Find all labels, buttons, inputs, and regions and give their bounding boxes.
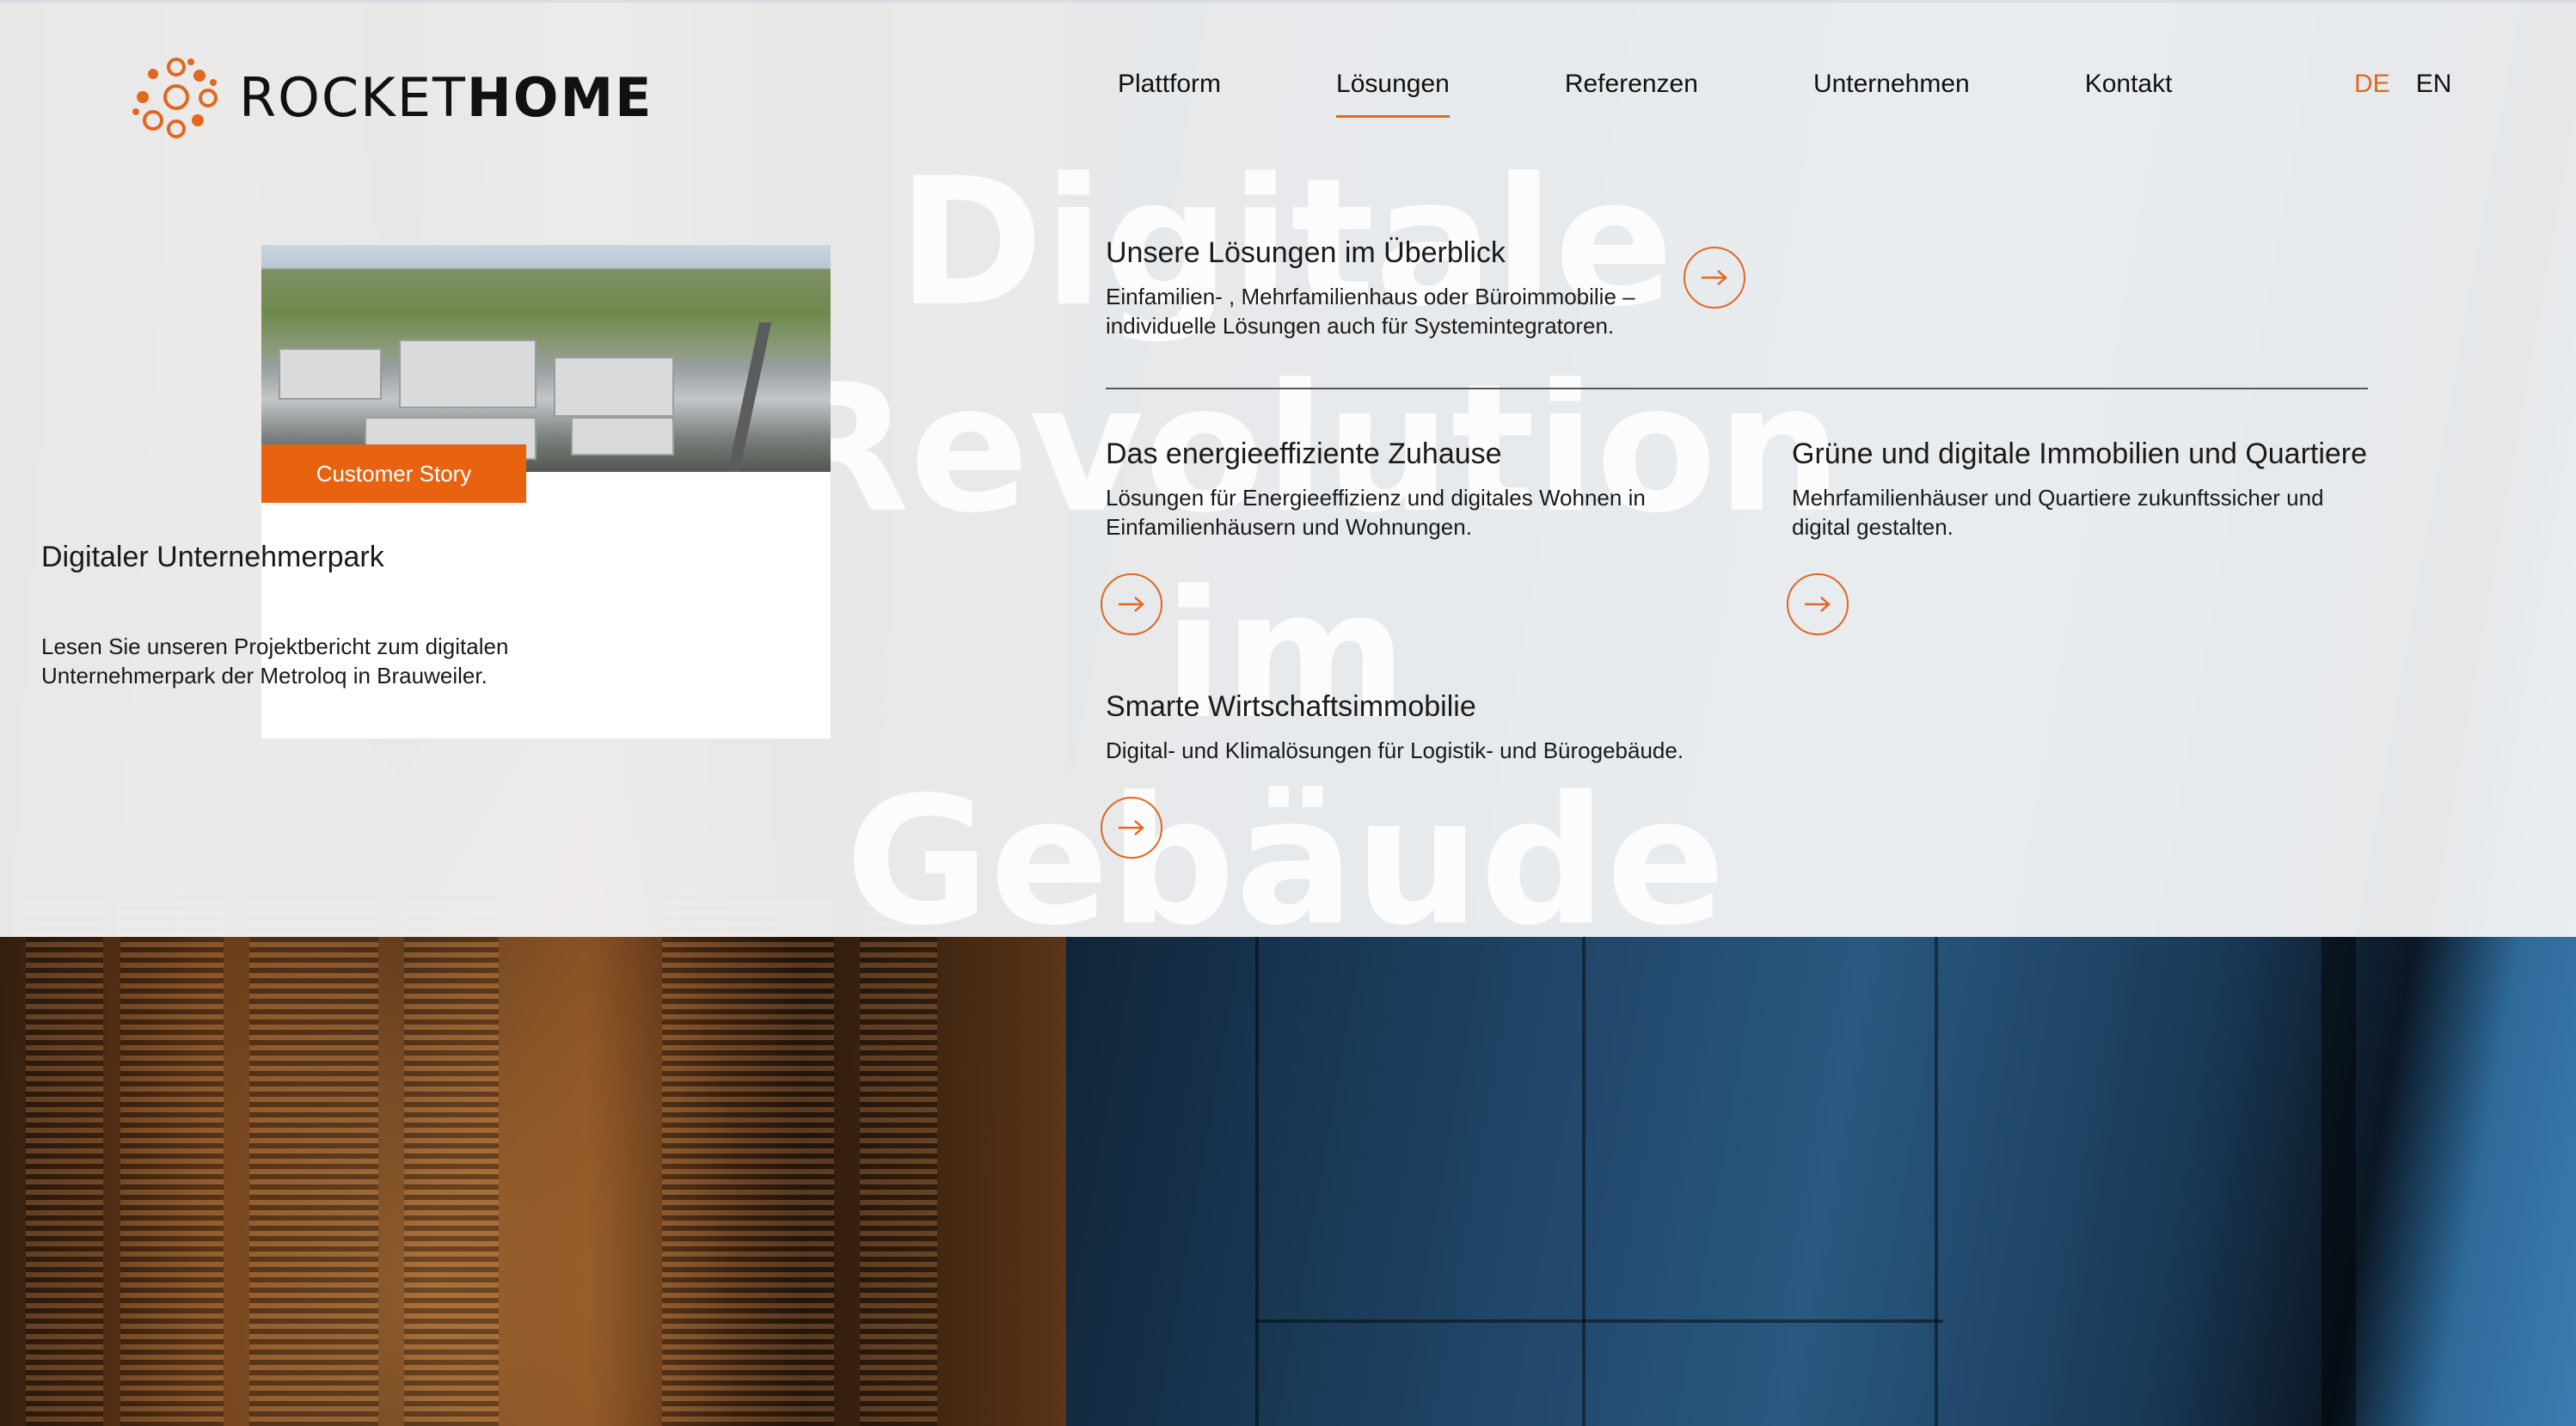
facade-seam — [1255, 937, 1259, 1426]
facade-panel — [120, 894, 224, 1426]
facade-panel — [662, 894, 834, 1426]
facade-seam — [1935, 937, 1938, 1426]
description-line: individuelle Lösungen auch für Systemint… — [1106, 313, 1615, 339]
nav-item-loesungen[interactable]: Lösungen — [1336, 70, 1450, 118]
nav-item-unternehmen[interactable]: Unternehmen — [1813, 70, 1970, 118]
customer-story-badge: Customer Story — [261, 444, 526, 503]
solution-overview-arrow-button[interactable] — [1684, 247, 1745, 309]
nav-item-plattform[interactable]: Plattform — [1118, 70, 1221, 118]
nav-item-referenzen[interactable]: Referenzen — [1565, 70, 1698, 118]
facade-panel — [249, 894, 378, 1426]
image-building — [571, 417, 674, 456]
facade-panel — [26, 894, 103, 1426]
solution-energy-home[interactable]: Das energieeffiziente Zuhause Lösungen f… — [1106, 438, 1725, 542]
solution-commercial-property-title[interactable]: Smarte Wirtschaftsimmobilie — [1106, 690, 1759, 724]
facade-panel — [404, 894, 499, 1426]
solution-overview[interactable]: Unsere Lösungen im Überblick Einfamilien… — [1106, 236, 1759, 340]
rockethome-logo[interactable]: ROCKETHOME — [129, 50, 653, 144]
language-en[interactable]: EN — [2416, 70, 2452, 99]
solution-commercial-property-description: Digital- und Klimalösungen für Logistik-… — [1106, 736, 1759, 765]
facade-panel — [860, 894, 937, 1426]
rocket-dots-logo-icon — [132, 58, 218, 138]
solution-green-quarters-title[interactable]: Grüne und digitale Immobilien und Quarti… — [1792, 438, 2394, 471]
description-line: Einfamilien- , Mehrfamilienhaus oder Bür… — [1106, 284, 1635, 309]
solution-commercial-property[interactable]: Smarte Wirtschaftsimmobilie Digital- und… — [1106, 690, 1759, 765]
language-switcher: DE EN — [2354, 70, 2451, 99]
arrow-right-icon — [1805, 597, 1831, 612]
description-line: Mehrfamilienhäuser und Quartiere zukunft… — [1792, 485, 2324, 511]
facade-seam — [1255, 1319, 1943, 1323]
image-road — [726, 322, 772, 472]
facade-seam — [1582, 937, 1585, 1426]
language-de[interactable]: DE — [2354, 70, 2390, 99]
image-building — [399, 340, 537, 408]
section-divider — [1106, 388, 2368, 389]
logo-wordmark: ROCKETHOME — [239, 66, 653, 129]
solution-commercial-property-arrow-button[interactable] — [1101, 797, 1162, 859]
logo-wordmark-bold: HOME — [466, 65, 653, 129]
solution-green-quarters-arrow-button[interactable] — [1787, 573, 1849, 635]
facade-seam — [2321, 937, 2356, 1426]
solution-energy-home-arrow-button[interactable] — [1101, 573, 1162, 635]
solutions-mega-menu: Digitale Revolution im Gebäude ROCKETHOM… — [0, 0, 2576, 964]
solution-energy-home-description: Lösungen für Energieeffizienz und digita… — [1106, 483, 1725, 542]
arrow-right-icon — [1702, 270, 1727, 285]
description-line: Digital- und Klimalösungen für Logistik-… — [1106, 737, 1684, 763]
description-line: Lösungen für Energieeffizienz und digita… — [1106, 485, 1646, 511]
arrow-right-icon — [1119, 597, 1144, 612]
solution-green-quarters[interactable]: Grüne und digitale Immobilien und Quarti… — [1792, 438, 2394, 542]
solution-energy-home-title[interactable]: Das energieeffiziente Zuhause — [1106, 438, 1725, 471]
solution-overview-title[interactable]: Unsere Lösungen im Überblick — [1106, 236, 1759, 270]
solution-overview-description: Einfamilien- , Mehrfamilienhaus oder Bür… — [1106, 282, 1759, 340]
nav-item-kontakt[interactable]: Kontakt — [2085, 70, 2173, 118]
watermark-line: Gebäude — [844, 760, 1727, 964]
image-building — [554, 357, 674, 417]
main-navigation: Plattform Lösungen Referenzen Unternehme… — [1118, 70, 2172, 118]
description-line: Einfamilienhäusern und Wohnungen. — [1106, 514, 1472, 540]
description-line: digital gestalten. — [1792, 514, 1953, 540]
business-park-aerial-image — [261, 245, 831, 472]
story-teaser: Lesen Sie unseren Projektbericht zum dig… — [41, 633, 509, 689]
image-building — [279, 348, 382, 400]
story-title[interactable]: Digitaler Unternehmerpark — [41, 541, 384, 574]
arrow-right-icon — [1119, 820, 1144, 835]
solution-green-quarters-description: Mehrfamilienhäuser und Quartiere zukunft… — [1792, 483, 2394, 542]
logo-wordmark-light: ROCKET — [239, 65, 467, 129]
